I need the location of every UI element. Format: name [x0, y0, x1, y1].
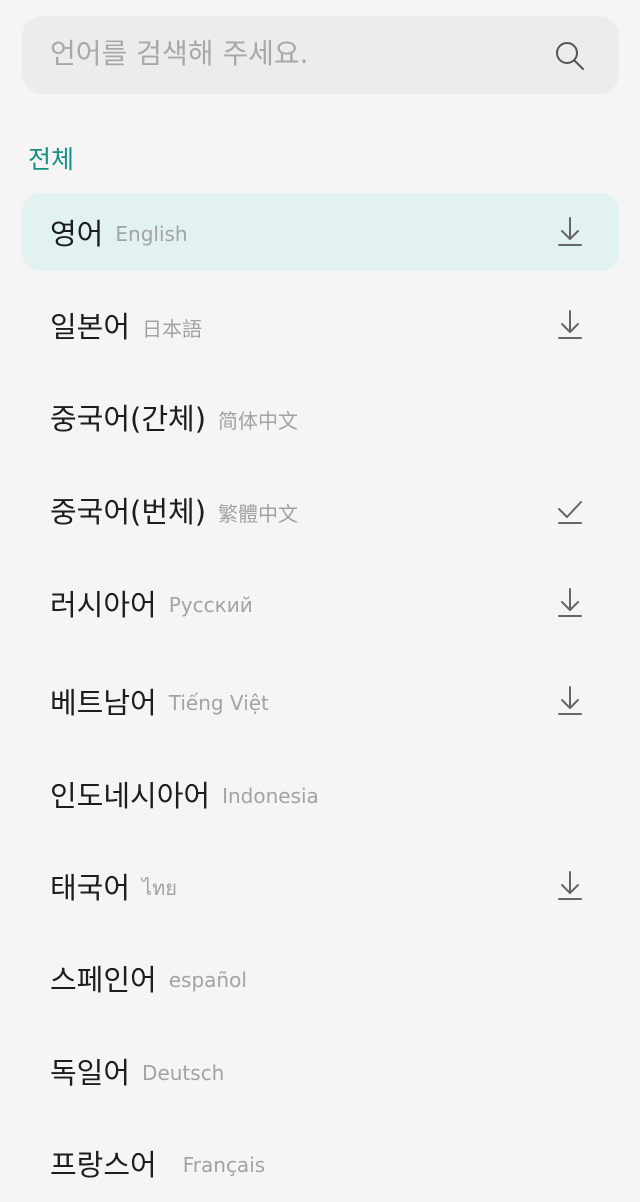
language-native-name: español [168, 968, 247, 992]
language-native-name: Français [182, 1153, 266, 1177]
language-item-russian[interactable]: 러시아어 Русский [22, 564, 619, 642]
language-name: 중국어(번체) [50, 495, 207, 529]
language-name: 인도네시아어 [50, 779, 211, 813]
language-native-name: 繁體中文 [218, 501, 299, 526]
download-icon[interactable] [552, 868, 588, 904]
language-name: 러시아어 [50, 588, 157, 622]
language-name: 독일어 [50, 1056, 131, 1090]
language-name: 프랑스어 [50, 1148, 157, 1182]
language-item-german[interactable]: 독일어 Deutsch [22, 1032, 619, 1110]
language-native-name: Tiếng Việt [168, 691, 269, 715]
download-icon[interactable] [552, 214, 588, 250]
download-icon[interactable] [552, 585, 588, 621]
search-input[interactable]: 언어를 검색해 주세요. [50, 36, 309, 72]
language-native-name: 简体中文 [218, 408, 299, 433]
language-name: 베트남어 [50, 686, 157, 720]
language-item-thai[interactable]: 태국어 ไทย [22, 847, 619, 925]
language-native-name: Indonesia [222, 784, 319, 808]
language-item-english[interactable]: 영어 English [22, 193, 619, 271]
language-name: 영어 [50, 217, 104, 251]
language-item-french[interactable]: 프랑스어 Français [22, 1124, 619, 1202]
download-icon[interactable] [552, 307, 588, 343]
language-item-chinese-simplified[interactable]: 중국어(간체) 简体中文 [22, 378, 619, 456]
language-name: 스페인어 [50, 963, 157, 997]
language-item-indonesian[interactable]: 인도네시아어 Indonesia [22, 755, 619, 833]
section-title-all: 전체 [28, 145, 75, 174]
language-native-name: English [115, 222, 188, 246]
language-name: 태국어 [50, 871, 131, 905]
search-bar[interactable]: 언어를 검색해 주세요. [22, 16, 619, 94]
language-native-name: Русский [168, 593, 253, 617]
language-native-name: Deutsch [142, 1061, 225, 1085]
language-item-spanish[interactable]: 스페인어 español [22, 939, 619, 1017]
language-name: 중국어(간체) [50, 402, 207, 436]
search-icon[interactable] [552, 38, 588, 74]
download-icon[interactable] [552, 683, 588, 719]
language-item-vietnamese[interactable]: 베트남어 Tiếng Việt [22, 662, 619, 740]
language-item-japanese[interactable]: 일본어 日本語 [22, 286, 619, 364]
check-icon [552, 492, 588, 528]
language-native-name: 日本語 [142, 316, 203, 341]
language-native-name: ไทย [142, 876, 178, 900]
language-item-chinese-traditional[interactable]: 중국어(번체) 繁體中文 [22, 471, 619, 549]
language-name: 일본어 [50, 310, 131, 344]
